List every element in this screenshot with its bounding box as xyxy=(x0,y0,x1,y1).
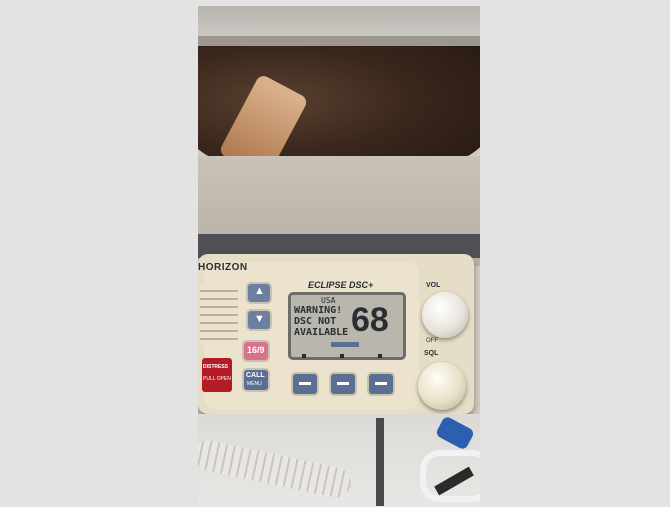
model-label: ECLIPSE DSC+ xyxy=(308,280,374,290)
distress-button[interactable]: DISTRESS PULL OPEN xyxy=(202,358,232,392)
down-arrow-icon: ▼ xyxy=(254,313,265,325)
channel-down-button[interactable]: ▼ xyxy=(246,309,272,331)
sql-label: SQL xyxy=(424,350,439,357)
call-label: CALL xyxy=(246,372,265,379)
lcd-display: USA WARNING! DSC NOT AVAILABLE 68 xyxy=(288,292,406,360)
channel-up-button[interactable]: ▲ xyxy=(246,282,272,304)
speaker-grille xyxy=(200,284,238,344)
lcd-available-line: AVAILABLE xyxy=(294,327,349,338)
soft-key-3[interactable] xyxy=(367,372,395,396)
dark-gap xyxy=(376,418,384,506)
lcd-signal-bar xyxy=(331,342,359,347)
soft-key-marker-3 xyxy=(378,354,382,358)
call-menu-button[interactable]: CALL MENU xyxy=(242,368,270,392)
channel-16-9-button[interactable]: 16/9 xyxy=(242,340,270,362)
off-label: OFF xyxy=(426,338,438,344)
volume-knob[interactable] xyxy=(422,292,468,338)
soft-key-dash xyxy=(375,382,387,385)
brand-label: HORIZON xyxy=(198,262,248,273)
soft-key-2[interactable] xyxy=(329,372,357,396)
vol-label: VOL xyxy=(426,282,441,289)
soft-key-marker-1 xyxy=(302,354,306,358)
lcd-dsc-line: DSC NOT xyxy=(294,316,337,327)
distress-label: DISTRESS xyxy=(203,364,229,370)
channel-16-9-label: 16/9 xyxy=(247,345,265,355)
soft-key-dash xyxy=(299,382,311,385)
soft-key-marker-2 xyxy=(340,354,344,358)
lcd-warning-line: WARNING! xyxy=(294,305,343,316)
pull-open-label: PULL OPEN xyxy=(203,376,231,382)
lcd-region-text: USA xyxy=(321,296,336,305)
menu-label: MENU xyxy=(247,381,262,387)
radio-photo: HORIZON ECLIPSE DSC+ USA WARNING! DSC NO… xyxy=(198,6,480,506)
lcd-channel-number: 68 xyxy=(351,301,389,339)
up-arrow-icon: ▲ xyxy=(254,285,265,297)
soft-key-1[interactable] xyxy=(291,372,319,396)
squelch-knob[interactable] xyxy=(418,362,466,410)
soft-key-dash xyxy=(337,382,349,385)
